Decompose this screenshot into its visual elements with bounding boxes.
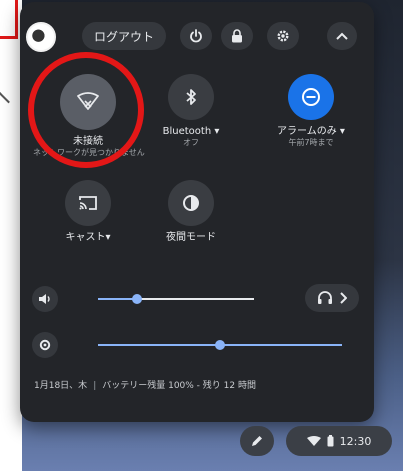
wifi-signal-icon xyxy=(306,435,321,446)
chevron-right-icon xyxy=(340,292,347,304)
headset-icon xyxy=(318,291,332,304)
collapse-button[interactable] xyxy=(327,22,357,50)
toggle-night-light[interactable]: 夜間モード xyxy=(136,180,246,244)
battery-status[interactable]: バッテリー残量 100% - 残り 12 時間 xyxy=(102,381,256,391)
audio-settings-button[interactable] xyxy=(305,284,359,312)
stylus-tools-button[interactable] xyxy=(240,426,274,456)
bluetooth-label: Bluetooth ▾ xyxy=(162,126,220,137)
night-light-icon xyxy=(183,195,199,211)
lock-button[interactable] xyxy=(221,22,253,50)
night-light-button[interactable] xyxy=(168,180,214,226)
network-label: 未接続 xyxy=(73,136,103,147)
volume-slider[interactable] xyxy=(98,294,254,304)
cast-label: キャスト▾ xyxy=(65,232,111,243)
mute-button[interactable] xyxy=(32,286,58,312)
brightness-row xyxy=(20,332,374,358)
toggle-bluetooth[interactable]: Bluetooth ▾ オフ xyxy=(136,74,246,148)
toggle-network[interactable]: 未接続 ネットワークが見つかりません xyxy=(33,74,145,158)
brightness-slider-thumb[interactable] xyxy=(215,340,225,350)
volume-row xyxy=(20,284,374,312)
logout-button[interactable]: ログアウト xyxy=(82,22,166,50)
bluetooth-sublabel: オフ xyxy=(183,138,199,147)
network-button[interactable] xyxy=(60,74,116,130)
panel-header: ログアウト xyxy=(20,14,374,54)
power-icon xyxy=(190,29,202,43)
do-not-disturb-icon xyxy=(302,88,320,106)
night-light-label: 夜間モード xyxy=(166,232,216,243)
date-label: 1月18日、木 xyxy=(34,381,88,391)
do-not-disturb-button[interactable] xyxy=(288,74,334,120)
brightness-icon xyxy=(39,339,51,351)
lock-icon xyxy=(232,29,242,43)
wifi-off-icon xyxy=(77,92,99,110)
settings-button[interactable] xyxy=(267,22,299,50)
bluetooth-icon xyxy=(186,89,196,105)
do-not-disturb-sublabel: 午前7時まで xyxy=(288,138,334,147)
page-margin xyxy=(0,0,22,471)
chevron-up-icon xyxy=(336,32,348,40)
avatar[interactable] xyxy=(26,22,56,52)
system-info-line: 1月18日、木 | バッテリー残量 100% - 残り 12 時間 xyxy=(34,378,256,391)
cast-icon xyxy=(79,196,97,210)
cast-button[interactable] xyxy=(65,180,111,226)
bluetooth-button[interactable] xyxy=(168,74,214,120)
speaker-icon xyxy=(39,294,50,304)
annotation-line-vertical xyxy=(15,0,18,39)
separator: | xyxy=(93,381,97,391)
power-button[interactable] xyxy=(180,22,212,50)
brightness-slider[interactable] xyxy=(98,340,342,350)
brightness-icon-button xyxy=(32,332,58,358)
toggle-cast[interactable]: キャスト▾ xyxy=(33,180,143,244)
do-not-disturb-label: アラームのみ ▾ xyxy=(277,126,345,137)
toggle-do-not-disturb[interactable]: アラームのみ ▾ 午前7時まで xyxy=(256,74,366,148)
volume-slider-thumb[interactable] xyxy=(132,294,142,304)
clock: 12:30 xyxy=(339,434,372,448)
gear-icon xyxy=(277,30,289,42)
annotation-line-horizontal xyxy=(0,36,18,39)
stylus-icon xyxy=(252,436,262,446)
status-tray[interactable]: 12:30 xyxy=(286,426,392,456)
battery-icon xyxy=(327,435,334,447)
quick-settings-panel: ログアウト 未接続 ネットワークが見つかりません Bluetooth ▾ オフ … xyxy=(20,2,374,422)
network-sublabel: ネットワークが見つかりません xyxy=(33,148,145,157)
